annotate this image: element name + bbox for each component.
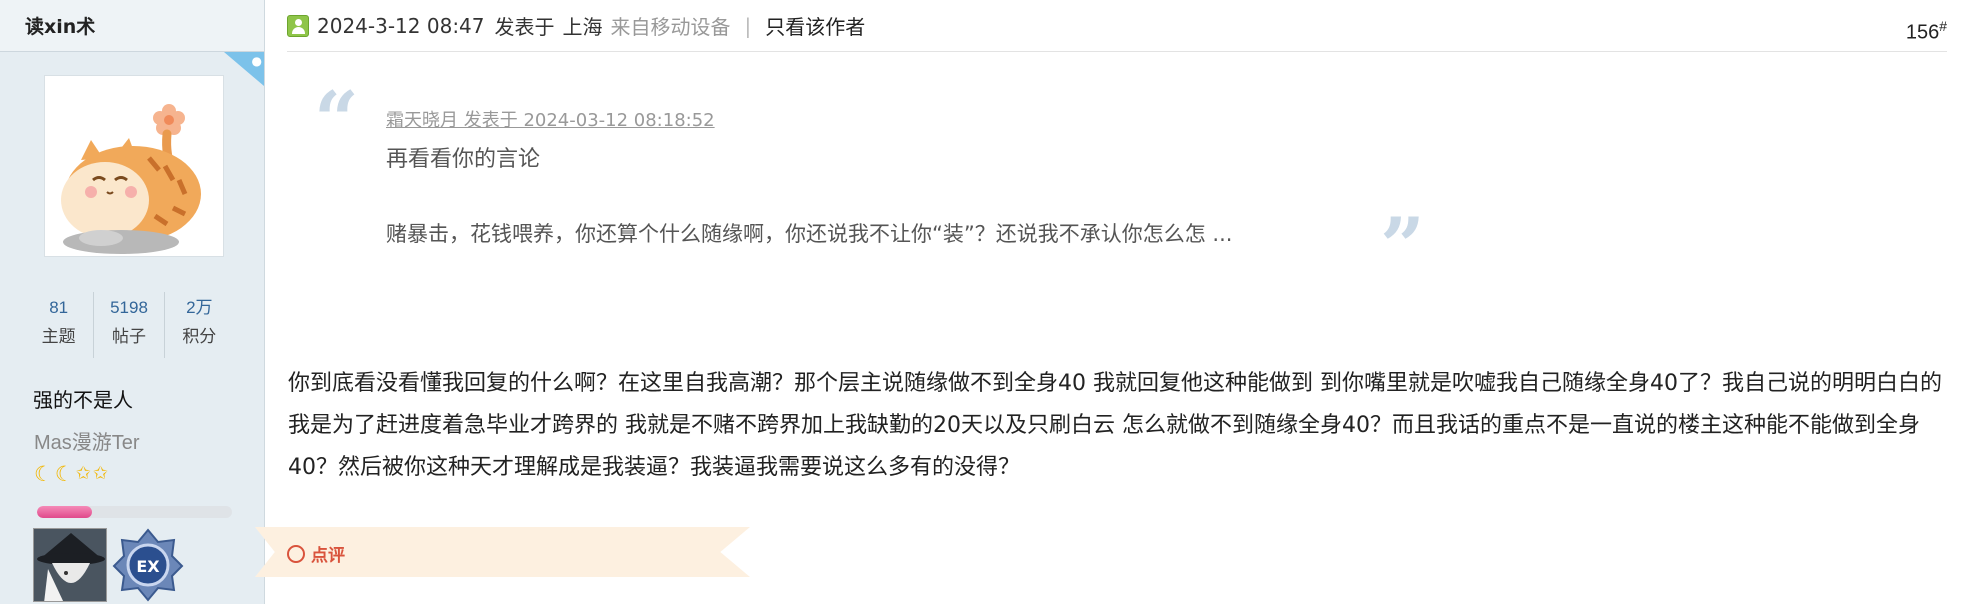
only-author-link[interactable]: 只看该作者 [765,11,865,40]
stat-value: 5198 [110,298,148,317]
quote-line: 再看看你的言论 [386,147,541,172]
post-device: 来自移动设备 [610,15,731,39]
stat-value: 81 [49,298,69,317]
comment-circle-icon [287,544,305,563]
comment-label: 点评 [311,546,345,566]
avatar[interactable] [44,75,224,257]
quote-open-icon: “ [314,75,359,166]
quote-source-link[interactable]: 霜天晓月 发表于 2024-03-12 08:18:52 [386,106,715,132]
author-sidebar: 读xin术 ● 81 主题 5198 帖子 2万 积分 强的不是人 Mas漫游T… [0,0,265,604]
user-online-icon [287,14,309,37]
emblem-medal-art-icon: EX [112,528,184,602]
stat-value: 2万 [186,298,213,317]
cat-avatar-icon [61,104,201,254]
svg-text:EX: EX [136,557,160,576]
star-icon: ✩ [92,463,108,484]
author-name-bar: 读xin术 [0,0,264,52]
apple-icon: ● [251,54,262,68]
post-location: 上海 [562,15,603,39]
apple-device-badge: ● [224,52,264,86]
comment-button[interactable]: 点评 [287,541,345,566]
moon-icon: ☾ [54,462,74,486]
floor-value: 156 [1905,21,1940,44]
character-medal-art-icon [34,529,106,601]
floor-number[interactable]: 156# [1906,18,1947,45]
author-name-link[interactable]: 读xin术 [25,12,95,39]
posted-in-label: 发表于 [494,15,555,39]
star-icon: ✩ [75,463,91,484]
stat-threads[interactable]: 81 主题 [24,292,95,358]
moon-icon: ☾ [34,462,53,486]
stat-label: 积分 [182,327,217,347]
post-date: 2024-3-12 08:47 [317,13,485,38]
medal-emblem-icon[interactable]: EX [112,528,184,602]
stat-credits[interactable]: 2万 积分 [165,292,234,358]
medal-character-icon[interactable] [33,528,107,602]
floor-mark: # [1939,18,1947,34]
author-stats: 81 主题 5198 帖子 2万 积分 [24,292,234,358]
quote-line: 赌暴击，花钱喂养，你还算个什么随缘啊，你还说我不让你“装”？还说我不承认你怎么怎… [386,222,1233,246]
post-body-text: 你到底看没看懂我回复的什么啊？在这里自我高潮？那个层主说随缘做不到全身40 我就… [288,371,1942,480]
stat-label: 帖子 [111,327,146,347]
user-group-link[interactable]: Mas漫游Ter [34,426,140,455]
stat-label: 主题 [41,327,76,347]
quote-close-icon: ” [1380,201,1425,292]
level-progress-fill [37,506,92,518]
level-progress-bar [37,506,232,518]
divider: | [744,13,752,38]
rank-stars: ☾ ☾ ✩ ✩ [34,462,108,486]
post-header: 2024-3-12 08:47 发表于 上海 来自移动设备 | 只看该作者 15… [287,0,1947,52]
user-title: 强的不是人 [33,388,133,412]
stat-posts[interactable]: 5198 帖子 [94,292,165,358]
